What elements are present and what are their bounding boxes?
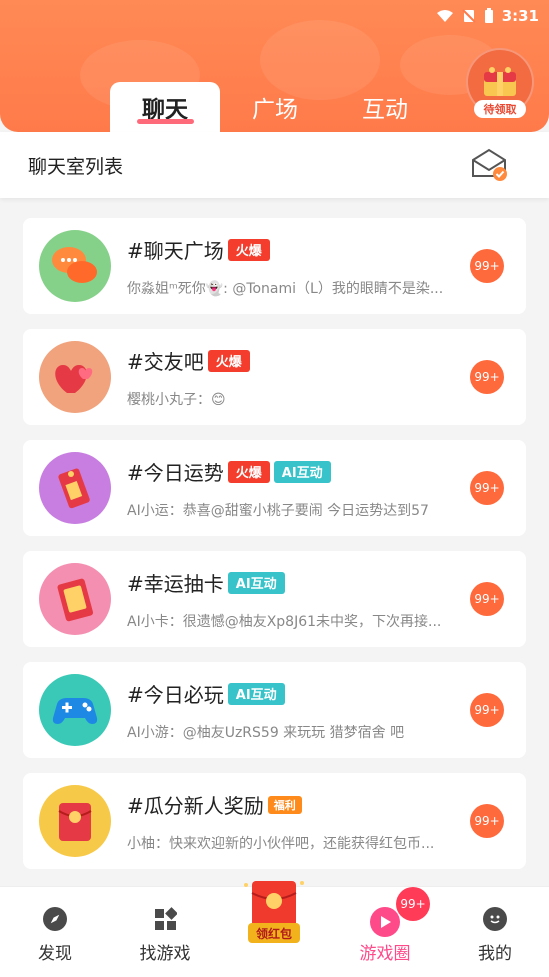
hot-tag: 火爆 (207, 349, 250, 372)
play-circle-icon (370, 907, 400, 937)
chatroom-card[interactable]: #今日运势 火爆 AI互动 AI小运：恭喜@甜蜜小桃子要闹 今日运势达到57 9… (23, 440, 526, 536)
header: 3:31 聊天 广场 互动 待领取 (0, 0, 549, 132)
page-title: 聊天室列表 (28, 156, 124, 178)
chatroom-list-header: 聊天室列表 (0, 132, 549, 198)
chatroom-card[interactable]: #幸运抽卡 AI互动 AI小卡：很遗憾@柚友Xp8J61未中奖，下次再接... … (23, 551, 526, 647)
chatroom-avatar (39, 452, 111, 524)
battery-icon (484, 8, 493, 23)
nav-label: 我的 (478, 944, 512, 964)
chatroom-title-row: #交友吧 火爆 (127, 346, 250, 375)
chat-tabs: 聊天 广场 互动 (110, 80, 440, 132)
chatroom-card[interactable]: #今日必玩 AI互动 AI小游：@柚友UzRS59 来玩玩 猎梦宿舍 吧 99+ (23, 662, 526, 758)
chatroom-title: #今日运势 (127, 461, 224, 485)
hot-tag: 火爆 (227, 460, 270, 483)
last-message-preview: 樱桃小丸子：😊 (127, 392, 226, 408)
chatroom-title-row: #幸运抽卡 AI互动 (127, 568, 285, 597)
chatroom-avatar (39, 785, 111, 857)
tab-chat[interactable]: 聊天 (110, 82, 220, 132)
chatroom-avatar (39, 341, 111, 413)
chatroom-avatar (39, 230, 111, 302)
chatroom-title: #幸运抽卡 (127, 572, 224, 596)
nav-find-games[interactable]: 找游戏 (120, 907, 210, 964)
chatroom-list: #聊天广场 火爆 你淼姐ᵐ死你👻: @Tonami（L）我的眼睛不是染... 9… (23, 218, 526, 884)
nav-label: 发现 (38, 944, 72, 964)
last-message-preview: 小柚：快来欢迎新的小伙伴吧，还能获得红包币... (127, 836, 435, 852)
chatroom-title-row: #瓜分新人奖励 福利 (127, 790, 302, 819)
unread-badge: 99+ (470, 471, 504, 505)
unread-badge: 99+ (470, 360, 504, 394)
hearts-icon (55, 365, 93, 393)
status-bar: 3:31 (436, 6, 539, 26)
chatroom-avatar (39, 674, 111, 746)
hot-tag: 火爆 (227, 238, 270, 261)
nav-label: 找游戏 (139, 944, 191, 964)
chatroom-card[interactable]: #聊天广场 火爆 你淼姐ᵐ死你👻: @Tonami（L）我的眼睛不是染... 9… (23, 218, 526, 314)
fortune-tag-icon (58, 468, 90, 509)
tab-label: 广场 (252, 97, 298, 123)
chatroom-card[interactable]: #瓜分新人奖励 福利 小柚：快来欢迎新的小伙伴吧，还能获得红包币... 99+ (23, 773, 526, 869)
last-message-preview: 你淼姐ᵐ死你👻: @Tonami（L）我的眼睛不是染... (127, 281, 444, 297)
ai-interaction-tag: AI互动 (273, 460, 331, 483)
chatroom-title-row: #聊天广场 火爆 (127, 235, 270, 264)
red-envelope-icon (58, 803, 92, 841)
compass-icon (43, 907, 67, 931)
notification-badge: 99+ (396, 887, 430, 921)
unread-badge: 99+ (470, 249, 504, 283)
nav-discover[interactable]: 发现 (10, 907, 100, 964)
tab-label: 互动 (362, 97, 408, 123)
unread-badge: 99+ (470, 693, 504, 727)
chat-bubbles-icon (52, 247, 97, 283)
gamepad-icon (52, 698, 98, 724)
ai-interaction-tag: AI互动 (227, 571, 285, 594)
ai-interaction-tag: AI互动 (227, 682, 285, 705)
chatroom-avatar (39, 563, 111, 635)
tab-underline (137, 119, 194, 124)
bottom-navigation: 发现 找游戏 领红包 游戏圈 99+ 我的 (0, 881, 549, 977)
nav-me[interactable]: 我的 (450, 907, 540, 964)
nav-label: 游戏圈 (359, 944, 411, 964)
tab-interaction[interactable]: 互动 (330, 82, 440, 132)
chatroom-title-row: #今日运势 火爆 AI互动 (127, 457, 331, 486)
chatroom-title: #交友吧 (127, 350, 204, 374)
unread-badge: 99+ (470, 582, 504, 616)
last-message-preview: AI小游：@柚友UzRS59 来玩玩 猎梦宿舍 吧 (127, 725, 405, 741)
status-time: 3:31 (501, 7, 539, 25)
chatroom-title: #聊天广场 (127, 239, 224, 263)
treasure-chest-icon (484, 67, 516, 96)
wifi-icon (436, 10, 453, 22)
smile-icon (483, 907, 507, 931)
unread-badge: 99+ (470, 804, 504, 838)
nav-label: 领红包 (248, 923, 300, 943)
last-message-preview: AI小运：恭喜@甜蜜小桃子要闹 今日运势达到57 (127, 503, 429, 519)
chatroom-card[interactable]: #交友吧 火爆 樱桃小丸子：😊 99+ (23, 329, 526, 425)
chatroom-title: #今日必玩 (127, 683, 224, 707)
reward-label: 待领取 (474, 100, 526, 118)
chatroom-title: #瓜分新人奖励 (127, 794, 264, 818)
chatroom-title-row: #今日必玩 AI互动 (127, 679, 285, 708)
lucky-card-icon (57, 578, 94, 622)
last-message-preview: AI小卡：很遗憾@柚友Xp8J61未中奖，下次再接... (127, 614, 442, 630)
welfare-tag: 福利 (267, 795, 302, 814)
nav-red-envelope[interactable]: 领红包 (238, 875, 310, 957)
reward-button[interactable]: 待领取 (466, 48, 534, 118)
mail-read-icon[interactable] (469, 146, 509, 182)
no-sim-icon (461, 9, 476, 23)
apps-icon (153, 907, 177, 931)
tab-square[interactable]: 广场 (220, 82, 330, 132)
